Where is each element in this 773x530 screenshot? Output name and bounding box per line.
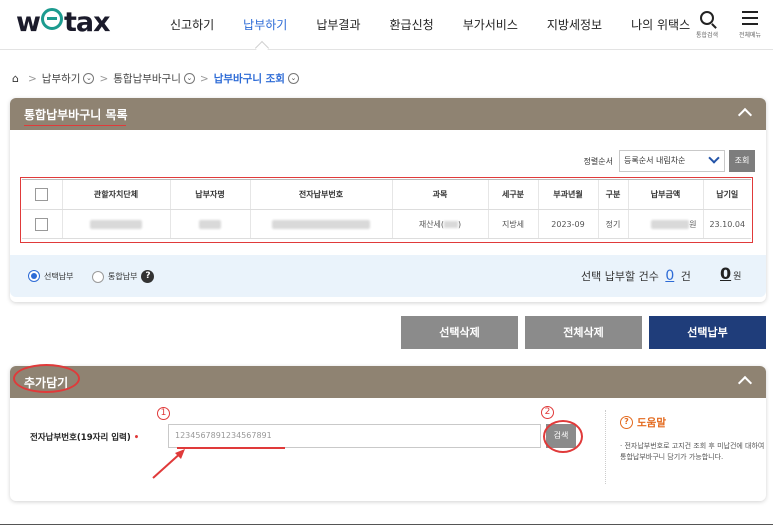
amount-value: 0 [720, 264, 732, 283]
delete-all-button[interactable]: 전체삭제 [525, 316, 642, 349]
breadcrumb-separator-icon: > [199, 72, 209, 85]
nav-item-result[interactable]: 납부결과 [316, 16, 360, 33]
summary-bar: 선택납부 통합납부 ? 선택 납부할 건수 0 건 0원 [10, 255, 766, 297]
nav-item-local-tax-info[interactable]: 지방세정보 [547, 16, 602, 33]
menu-label: 전체메뉴 [738, 32, 762, 39]
search-button[interactable]: 통합검색 [690, 8, 724, 39]
payment-number-label: 전자납부번호(19자리 입력) • [30, 431, 139, 443]
help-title-text: 도움말 [637, 417, 666, 429]
delete-selected-button[interactable]: 선택삭제 [401, 316, 518, 349]
nav-item-extra-services[interactable]: 부가서비스 [463, 16, 518, 33]
breadcrumb-item-pay[interactable]: 납부하기 [42, 71, 81, 86]
logo-text-end: tax [63, 7, 111, 38]
required-mark: • [133, 433, 140, 443]
sort-search-button[interactable]: 조회 [729, 150, 755, 172]
selected-count: 선택 납부할 건수 0 건 [581, 268, 691, 284]
pay-selected-button[interactable]: 선택납부 [649, 316, 766, 349]
breadcrumb-current: 납부바구니 조회 [213, 73, 285, 85]
nav-item-refund[interactable]: 환급신청 [390, 16, 434, 33]
sort-controls: 정렬순서 등록순서 내림차순 조회 [584, 150, 755, 172]
breadcrumb-separator-icon: > [99, 72, 109, 85]
active-nav-caret [254, 40, 270, 56]
collapse-chevron-icon[interactable] [737, 375, 753, 391]
sort-label: 정렬순서 [583, 156, 613, 166]
hamburger-menu-icon [742, 11, 758, 25]
search-label: 통합검색 [695, 32, 719, 39]
collapse-chevron-icon[interactable] [737, 107, 753, 123]
home-icon[interactable]: ⌂ [12, 72, 19, 85]
field-label-text: 전자납부번호(19자리 입력) [30, 433, 131, 443]
chevron-down-icon [708, 152, 720, 164]
top-header: w tax 신고하기 납부하기 납부결과 환급신청 부가서비스 지방세정보 나의 … [0, 0, 773, 56]
help-divider [605, 410, 606, 484]
wetax-logo[interactable]: w tax [16, 7, 110, 38]
annotation-marker-1: 1 [157, 407, 170, 420]
nav-item-my-wetax[interactable]: 나의 위택스 [631, 16, 690, 33]
radio-select-pay[interactable]: 선택납부 [28, 270, 73, 282]
count-label: 선택 납부할 건수 [581, 270, 659, 283]
basket-panel-title: 통합납부바구니 목록 [24, 108, 128, 122]
radio-unchecked-icon [92, 270, 104, 283]
amount-unit: 원 [733, 272, 742, 282]
help-title: ? 도움말 [620, 415, 666, 430]
footer-divider [0, 524, 773, 525]
chevron-down-icon[interactable]: ⌄ [183, 73, 195, 84]
annotation-title-oval [13, 364, 80, 393]
radio-checked-icon [28, 270, 40, 282]
count-value: 0 [665, 268, 675, 284]
radio-total-pay[interactable]: 통합납부 ? [92, 270, 155, 283]
breadcrumb: ⌂ > 납부하기 ⌄ > 통합납부바구니 ⌄ > 납부바구니 조회 ⌄ [12, 71, 299, 86]
breadcrumb-item-basket[interactable]: 통합납부바구니 [113, 71, 181, 86]
help-question-icon: ? [620, 416, 633, 429]
annotation-table-box [20, 177, 753, 243]
radio-select-label: 선택납부 [44, 271, 74, 281]
nav-item-file[interactable]: 신고하기 [170, 16, 214, 33]
annotation-search-oval [543, 420, 583, 453]
selected-amount: 0원 [720, 264, 741, 283]
logo-e-icon [40, 8, 63, 30]
count-unit: 건 [680, 270, 691, 283]
radio-total-label: 통합납부 [108, 272, 138, 281]
nav-item-pay[interactable]: 납부하기 [243, 16, 287, 33]
menu-button[interactable]: 전체메뉴 [733, 8, 767, 39]
search-icon [700, 11, 714, 25]
sort-order-select[interactable]: 등록순서 내림차순 [619, 150, 725, 172]
add-panel-header: 추가담기 [10, 366, 766, 398]
annotation-arrow-icon [152, 447, 285, 479]
help-text: · 전자납부번호로 고지건 조회 후 미납건에 대하여 통합납부바구니 담기가 … [620, 442, 765, 461]
annotation-marker-2: 2 [541, 406, 554, 419]
chevron-down-icon[interactable]: ⌄ [83, 73, 95, 84]
breadcrumb-separator-icon: > [27, 72, 37, 85]
chevron-down-icon[interactable]: ⌄ [287, 73, 299, 84]
annotation-underline [24, 125, 126, 126]
help-question-icon[interactable]: ? [141, 270, 155, 283]
summary-bar-wrap: 선택납부 통합납부 ? 선택 납부할 건수 0 건 0원 [10, 255, 766, 297]
logo-text-start: w [16, 7, 41, 38]
sort-order-value: 등록순서 내림차순 [624, 156, 686, 165]
main-nav: 신고하기 납부하기 납부결과 환급신청 부가서비스 지방세정보 나의 위택스 [170, 16, 719, 33]
